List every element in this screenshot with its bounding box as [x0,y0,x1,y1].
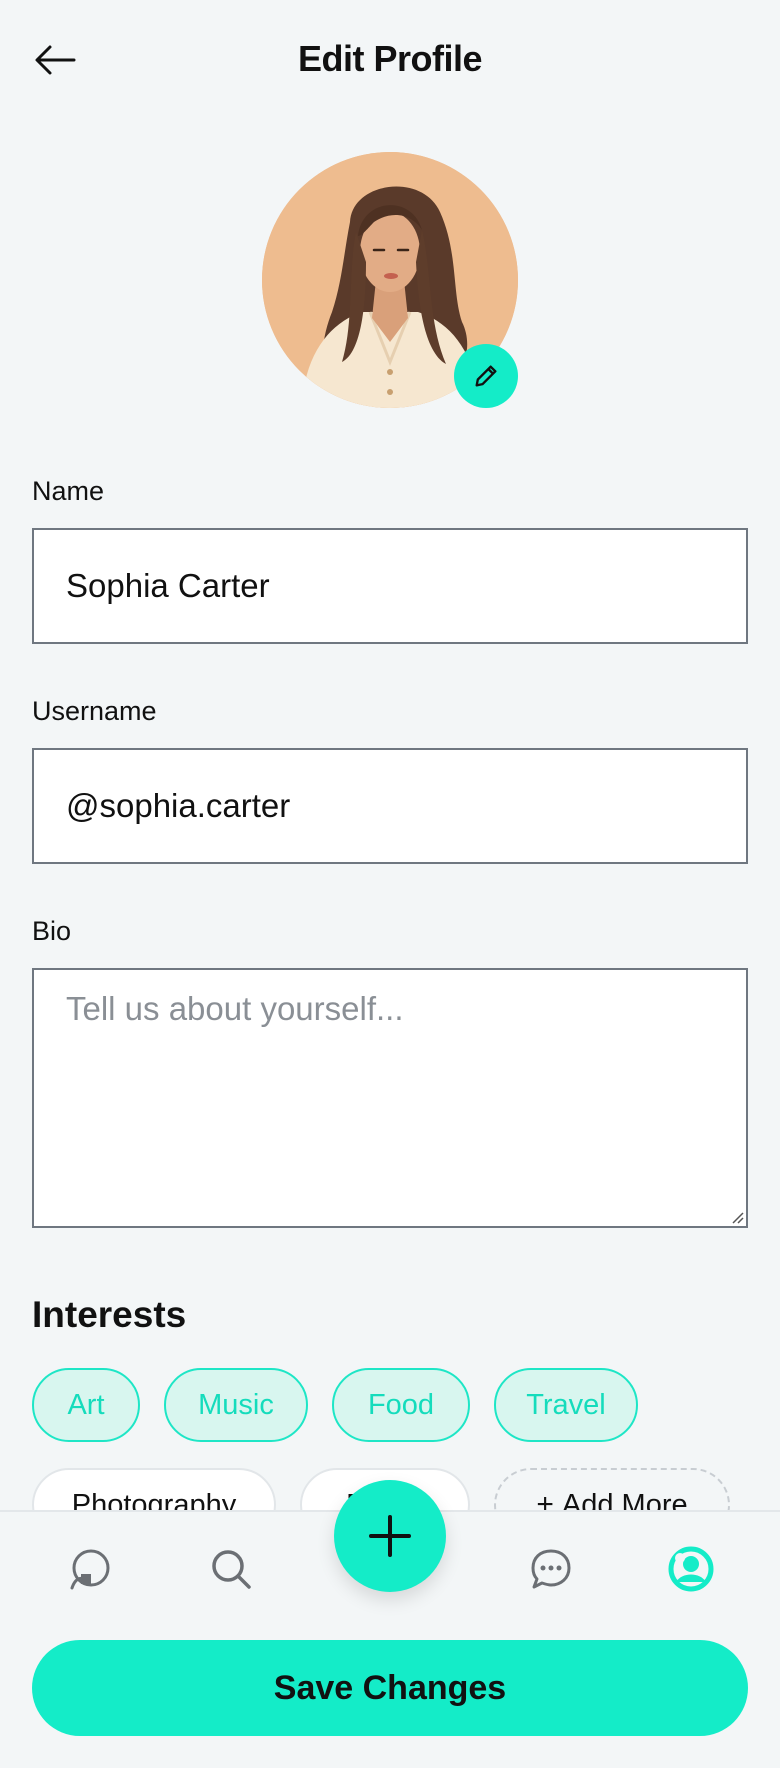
interest-chip-food[interactable]: Food [332,1368,470,1442]
chip-label: Music [198,1388,274,1421]
username-field[interactable] [32,748,748,864]
avatar-section [262,152,518,408]
header: Edit Profile [0,0,780,120]
interests-title: Interests [32,1294,187,1335]
interest-chip-music[interactable]: Music [164,1368,308,1442]
resize-handle-icon[interactable] [728,1208,744,1224]
bio-field[interactable] [32,968,748,1228]
chip-label: Food [367,1388,435,1421]
chip-label: Travel [526,1388,606,1421]
plus-icon [369,1515,411,1557]
profile-icon [668,1546,714,1592]
bio-label: Bio [32,916,72,946]
interest-chip-travel[interactable]: Travel [494,1368,638,1442]
chat-icon [531,1549,571,1589]
pencil-icon [475,365,497,387]
home-icon [70,1549,110,1590]
nav-home[interactable] [64,1544,114,1594]
nav-profile[interactable] [666,1544,716,1594]
username-label: Username [32,696,157,726]
nav-messages[interactable] [526,1544,576,1594]
edit-avatar-button[interactable] [454,344,518,408]
save-button[interactable]: Save Changes [32,1640,748,1736]
page-title: Edit Profile [297,38,483,79]
create-button[interactable] [334,1480,446,1592]
interest-chip-art[interactable]: Art [32,1368,140,1442]
name-field[interactable] [32,528,748,644]
chip-label: Art [67,1388,105,1421]
nav-search[interactable] [206,1544,256,1594]
search-icon [212,1550,251,1589]
name-label: Name [32,476,105,506]
